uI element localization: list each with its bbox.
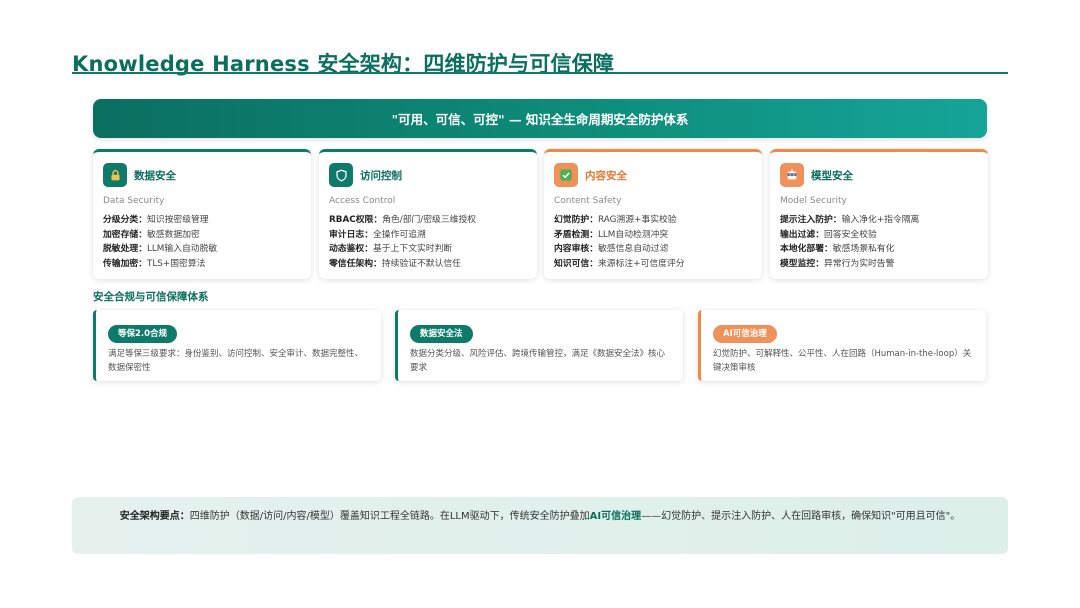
card-line: 审计日志：全操作可追溯 — [329, 229, 426, 240]
compliance-text: 幻觉防护、可解释性、公平性、人在回路（Human-in-the-loop）关键决… — [713, 349, 972, 373]
card-line: 矛盾检测：LLM自动检测冲突 — [554, 229, 669, 240]
card-line: 分级分类：知识按密级管理 — [103, 215, 209, 225]
card-line: 动态鉴权：基于上下文实时判断 — [329, 244, 453, 254]
card-line: 传输加密：TLS+国密算法 — [103, 258, 206, 269]
compliance-item-data-law: 数据安全法 数据分类分级、风险评估、跨境传输管控，满足《数据安全法》核心要求 — [395, 310, 683, 381]
card-line: 脱敏处理：LLM输入自动脱敏 — [103, 244, 218, 254]
shield-icon — [329, 163, 353, 187]
card-subtitle: Model Security — [780, 196, 847, 206]
compliance-tag: 等保2.0合规 — [108, 325, 178, 343]
card-title: 数据安全 — [134, 169, 176, 182]
card-access-control: 访问控制 Access Control RBAC权限：角色/部门/密级三维授权 … — [319, 149, 537, 279]
summary-lead: 安全架构要点： — [119, 511, 190, 522]
card-line: 提示注入防护：输入净化+指令隔离 — [780, 215, 920, 225]
summary-text-end: ——幻觉防护、提示注入防护、人在回路审核，确保知识"可用且可信"。 — [641, 511, 961, 522]
card-line: 零信任架构：持续验证不默认信任 — [329, 258, 461, 269]
compliance-tag: 数据安全法 — [410, 325, 473, 343]
card-line: 加密存储：敏感数据加密 — [103, 229, 200, 240]
lock-icon — [103, 163, 127, 187]
card-line: 知识可信：来源标注+可信度评分 — [554, 258, 685, 269]
card-subtitle: Content Safety — [554, 196, 622, 206]
section-title: 安全合规与可信保障体系 — [93, 291, 209, 303]
summary-text: 四维防护（数据/访问/内容/模型）覆盖知识工程全链路。在LLM驱动下，传统安全防… — [189, 511, 590, 522]
compliance-item-ai-governance: AI可信治理 幻觉防护、可解释性、公平性、人在回路（Human-in-the-l… — [698, 310, 986, 381]
card-data-security: 数据安全 Data Security 分级分类：知识按密级管理 加密存储：敏感数… — [93, 149, 311, 279]
card-content-safety: 内容安全 Content Safety 幻觉防护：RAG溯源+事实校验 矛盾检测… — [544, 149, 762, 279]
summary-box: 安全架构要点：四维防护（数据/访问/内容/模型）覆盖知识工程全链路。在LLM驱动… — [72, 497, 1008, 554]
card-line: 幻觉防护：RAG溯源+事实校验 — [554, 215, 677, 225]
card-line: 内容审核：敏感信息自动过滤 — [554, 244, 669, 254]
card-model-security: 模型安全 Model Security 提示注入防护：输入净化+指令隔离 输出过… — [770, 149, 988, 279]
card-line: 本地化部署：敏感场景私有化 — [780, 244, 895, 254]
compliance-text: 满足等保三级要求：身份鉴别、访问控制、安全审计、数据完整性、数据保密性 — [108, 349, 364, 373]
card-line: RBAC权限：角色/部门/密级三维授权 — [329, 215, 477, 225]
card-line: 输出过滤：回答安全校验 — [780, 229, 877, 240]
summary-highlight: AI可信治理 — [589, 511, 642, 522]
banner: "可用、可信、可控" — 知识全生命周期安全防护体系 — [93, 99, 987, 138]
card-title: 访问控制 — [360, 169, 402, 182]
title-divider — [72, 72, 1008, 74]
robot-icon — [780, 163, 804, 187]
card-title: 模型安全 — [811, 169, 853, 182]
compliance-tag: AI可信治理 — [713, 325, 777, 343]
check-icon — [554, 163, 578, 187]
compliance-item-mlps: 等保2.0合规 满足等保三级要求：身份鉴别、访问控制、安全审计、数据完整性、数据… — [93, 310, 381, 381]
card-title: 内容安全 — [585, 169, 627, 182]
card-subtitle: Data Security — [103, 196, 165, 206]
card-subtitle: Access Control — [329, 196, 396, 206]
card-line: 模型监控：异常行为实时告警 — [780, 258, 895, 269]
compliance-text: 数据分类分级、风险评估、跨境传输管控，满足《数据安全法》核心要求 — [410, 349, 666, 373]
